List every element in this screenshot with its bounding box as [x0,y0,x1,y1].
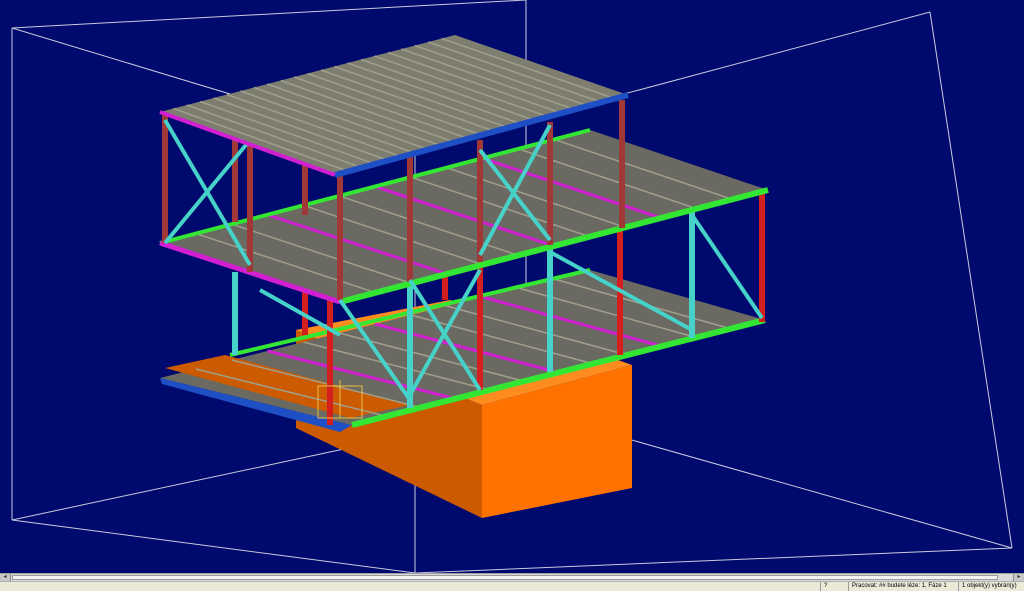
horizontal-scrollbar[interactable]: ◂ ▸ [0,573,1024,581]
status-pane-selection: 1 objekt(y) vybrán(y) [958,582,1024,591]
3d-model-viewport[interactable] [0,0,1024,573]
scroll-left-arrow-icon[interactable]: ◂ [0,574,11,581]
status-pane-mode: ? [820,582,848,591]
scroll-right-arrow-icon[interactable]: ▸ [1013,574,1024,581]
status-bar: ? Pracovat: ## budete léze: 1, Fáze 1 1 … [0,581,1024,591]
structure-3d-view[interactable] [0,0,1024,573]
frame-edge [11,519,416,573]
scrollbar-thumb[interactable] [12,575,998,580]
frame-edge [414,547,1013,573]
status-pane-phase: Pracovat: ## budete léze: 1, Fáze 1 [848,582,958,591]
frame-edge [929,11,1013,549]
frame-edge [11,0,527,29]
